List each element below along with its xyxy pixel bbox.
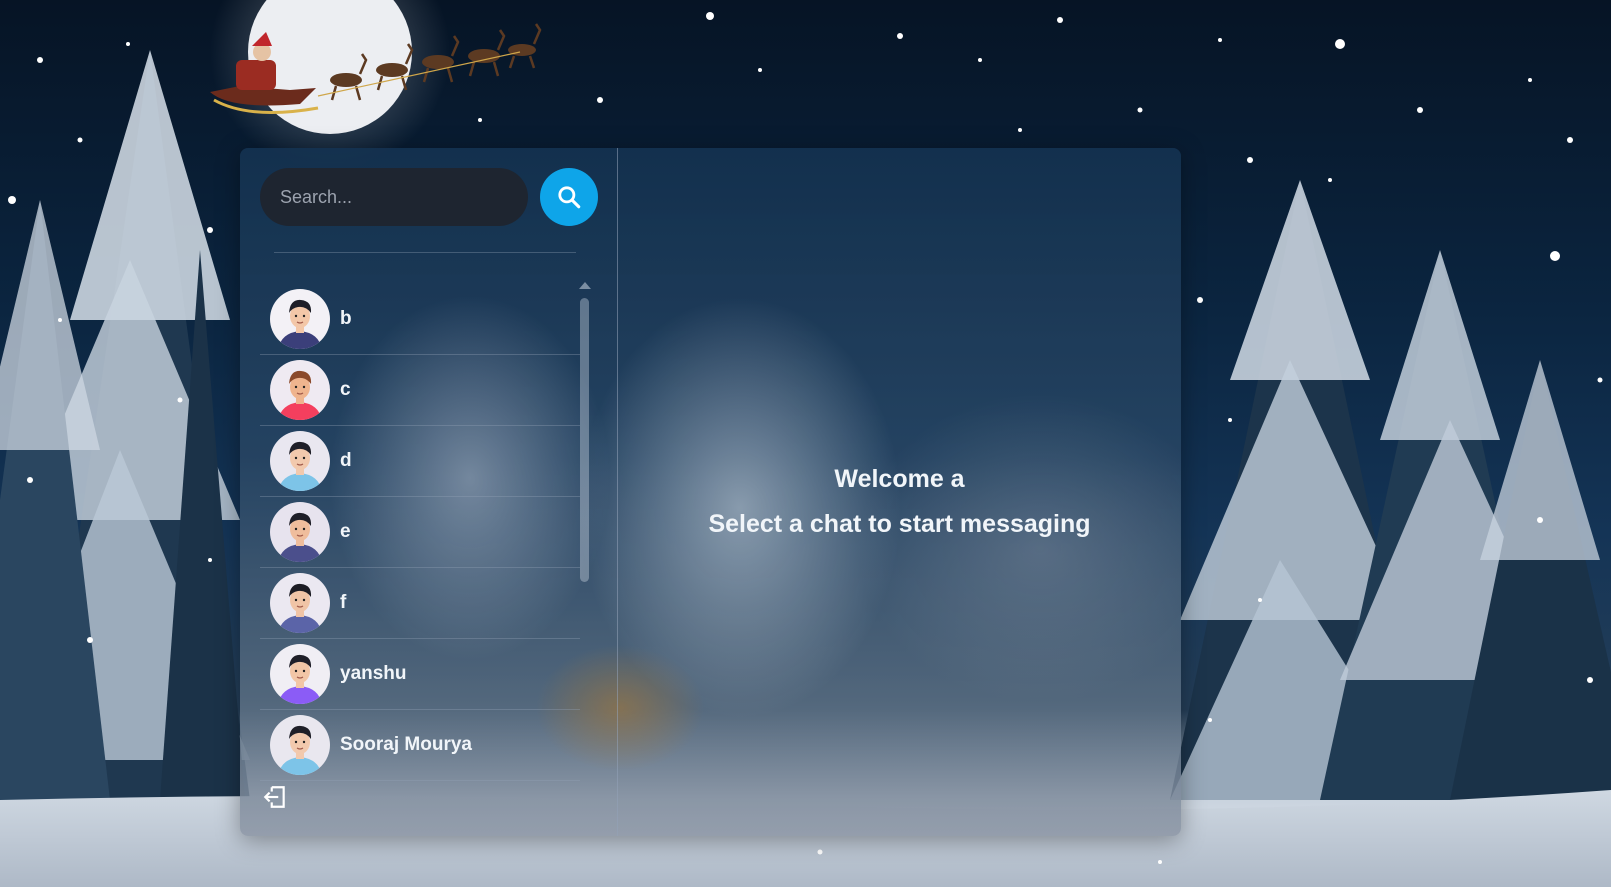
conversation-name: Sooraj Mourya — [340, 734, 472, 755]
message-panel: Welcome a Select a chat to start messagi… — [618, 148, 1181, 836]
avatar-illustration — [278, 583, 322, 633]
pine-trees-right — [1170, 180, 1611, 800]
conversation-name: d — [340, 450, 352, 471]
avatar — [270, 431, 330, 491]
conversation-item[interactable]: e — [260, 497, 580, 568]
avatar — [270, 715, 330, 775]
avatar — [270, 644, 330, 704]
conversation-item[interactable]: Sooraj Mourya — [260, 710, 580, 781]
no-chat-selected: Welcome a Select a chat to start messagi… — [708, 457, 1090, 547]
select-chat-hint: Select a chat to start messaging — [708, 510, 1091, 538]
chat-app-card: b c d e f yanshu Sooraj Mourya Welcome a Selec… — [240, 148, 1181, 836]
search-icon — [558, 186, 581, 209]
search-input[interactable] — [260, 168, 528, 226]
scroll-up-arrow[interactable] — [579, 282, 591, 289]
conversation-list[interactable]: b c d e f yanshu Sooraj Mourya — [260, 284, 580, 836]
sidebar-divider — [274, 252, 576, 253]
logout-icon — [263, 786, 285, 808]
conversation-item[interactable]: f — [260, 568, 580, 639]
conversation-name: c — [340, 379, 351, 400]
scroll-thumb[interactable] — [580, 298, 589, 582]
conversation-name: e — [340, 521, 351, 542]
avatar-illustration — [278, 512, 322, 562]
conversation-item[interactable]: c — [260, 355, 580, 426]
avatar-illustration — [278, 299, 322, 349]
logout-button[interactable] — [262, 784, 288, 810]
avatar — [270, 360, 330, 420]
conversation-item[interactable]: d — [260, 426, 580, 497]
conversation-name: yanshu — [340, 663, 407, 684]
avatar-illustration — [278, 441, 322, 491]
search-button[interactable] — [540, 168, 598, 226]
avatar-illustration — [278, 654, 322, 704]
search-form — [260, 168, 598, 226]
avatar — [270, 573, 330, 633]
avatar-illustration — [278, 370, 322, 420]
conversation-item[interactable]: b — [260, 284, 580, 355]
avatar — [270, 502, 330, 562]
pine-trees-left — [0, 50, 250, 800]
conversation-name: f — [340, 592, 347, 613]
avatar — [270, 289, 330, 349]
conversation-scrollbar[interactable] — [578, 282, 591, 782]
sidebar: b c d e f yanshu Sooraj Mourya — [240, 148, 618, 836]
conversation-item[interactable]: yanshu — [260, 639, 580, 710]
conversation-name: b — [340, 308, 352, 329]
avatar-illustration — [278, 725, 322, 775]
welcome-text: Welcome a — [834, 465, 965, 493]
